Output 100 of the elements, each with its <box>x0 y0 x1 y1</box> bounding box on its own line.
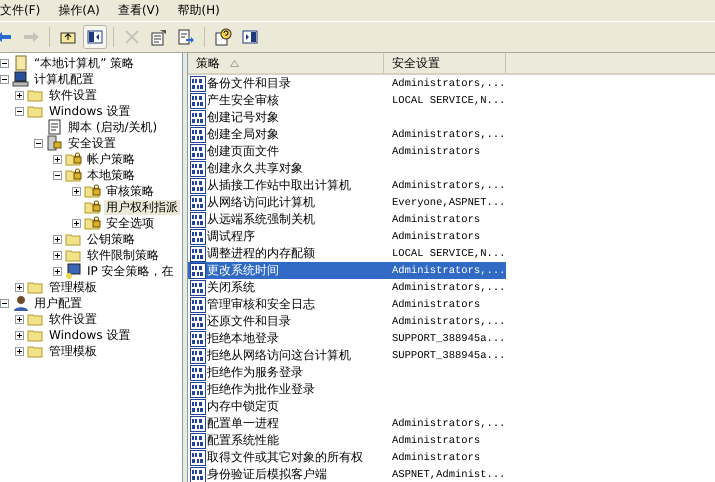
tree-item[interactable]: 软件设置 <box>47 312 99 326</box>
action-pane-icon <box>241 28 259 46</box>
policy-icon <box>190 110 206 126</box>
tree-item[interactable]: “本地计算机” 策略 <box>32 56 136 70</box>
policy-row[interactable]: 从插接工作站中取出计算机 Administrators,... <box>188 177 506 194</box>
policy-name: 从远端系统强制关机 <box>207 211 316 228</box>
policy-row[interactable]: 身份验证后模拟客户端 ASPNET,Administ... <box>188 466 506 482</box>
toolbar-tree-button[interactable] <box>83 25 107 49</box>
tree-item[interactable]: 安全设置 <box>66 136 118 150</box>
policy-row[interactable]: 拒绝从网络访问这台计算机 SUPPORT_388945a... <box>188 347 506 364</box>
security-setting: Administrators,... <box>392 316 506 328</box>
expander-box[interactable] <box>53 250 62 260</box>
security-setting: Administrators,... <box>392 128 506 140</box>
tree-item[interactable]: IP 安全策略，在 <box>85 264 176 278</box>
policy-row[interactable]: 内存中锁定页 <box>188 398 506 415</box>
policy-row[interactable]: 备份文件和目录 Administrators,... <box>188 75 506 92</box>
tree-item[interactable]: 脚本 (启动/关机) <box>66 120 160 134</box>
expander-box[interactable] <box>15 330 24 340</box>
policy-name: 从网络访问此计算机 <box>207 194 316 211</box>
policy-row[interactable]: 调试程序 Administrators <box>188 228 506 245</box>
expander-box[interactable] <box>0 58 9 68</box>
menu-item[interactable]: 查看(V) <box>112 2 172 19</box>
policy-icon <box>190 76 206 92</box>
menu-item[interactable]: 文件(F) <box>0 2 52 19</box>
tree-item[interactable]: 本地策略 <box>85 168 137 182</box>
menu-item[interactable]: 帮助(H) <box>171 2 232 19</box>
lock-icon <box>84 199 101 215</box>
policy-icon <box>190 398 206 414</box>
policy-row[interactable]: 产生安全审核 LOCAL SERVICE,N... <box>188 92 506 109</box>
policy-name: 还原文件和目录 <box>207 313 292 330</box>
expander-box[interactable] <box>72 218 81 228</box>
policy-row[interactable]: 从网络访问此计算机 Everyone,ASPNET... <box>188 194 506 211</box>
expander-box[interactable] <box>15 282 24 292</box>
tree-pane-icon <box>86 28 104 46</box>
tree-item[interactable]: 审核策略 <box>104 184 156 198</box>
policy-name: 从插接工作站中取出计算机 <box>207 177 352 194</box>
policy-row[interactable]: 配置单一进程 Administrators,... <box>188 415 506 432</box>
policy-icon <box>190 432 206 448</box>
tree-item[interactable]: 软件限制策略 <box>85 248 161 262</box>
policy-row[interactable]: 创建永久共享对象 <box>188 160 506 177</box>
policy-row[interactable]: 取得文件或其它对象的所有权 Administrators <box>188 449 506 466</box>
security-setting: Administrators,... <box>392 264 506 276</box>
policy-icon <box>190 296 206 312</box>
tree-item[interactable]: 计算机配置 <box>32 72 96 86</box>
policy-name: 内存中锁定页 <box>207 398 280 415</box>
tree-item[interactable]: 管理模板 <box>47 344 99 358</box>
policy-row[interactable]: 更改系统时间 Administrators,... <box>188 262 506 279</box>
security-setting: Administrators,... <box>392 78 506 90</box>
policy-row[interactable]: 拒绝本地登录 SUPPORT_388945a... <box>188 330 506 347</box>
expander-box[interactable] <box>53 154 62 164</box>
tree-item[interactable]: 帐户策略 <box>85 152 137 166</box>
policy-row[interactable]: 管理审核和安全日志 Administrators <box>188 296 506 313</box>
policy-row[interactable]: 创建页面文件 Administrators <box>188 143 506 160</box>
expander-box[interactable] <box>15 346 24 356</box>
monitor-icon <box>65 263 82 279</box>
policy-name: 创建记号对象 <box>207 109 280 126</box>
policy-row[interactable]: 创建记号对象 <box>188 109 506 126</box>
tree-item[interactable]: 公钥策略 <box>85 232 137 246</box>
expander-box[interactable] <box>53 234 62 244</box>
policy-name: 备份文件和目录 <box>207 75 292 92</box>
column-header[interactable]: 策略 <box>188 53 384 73</box>
column-header[interactable]: 安全设置 <box>384 53 506 73</box>
policy-row[interactable]: 创建全局对象 Administrators,... <box>188 126 506 143</box>
lock-icon <box>84 215 101 231</box>
tree-item[interactable]: 用户配置 <box>32 296 84 310</box>
tree-item[interactable]: Windows 设置 <box>47 104 132 118</box>
security-setting: LOCAL SERVICE,N... <box>392 248 506 260</box>
server-icon <box>46 135 63 151</box>
policy-icon <box>190 314 206 330</box>
expander-box[interactable] <box>15 106 24 116</box>
policy-row[interactable]: 拒绝作为批作业登录 <box>188 381 506 398</box>
expander-box[interactable] <box>34 138 43 148</box>
expander-box[interactable] <box>72 186 81 196</box>
policy-row[interactable]: 调整进程的内存配额 LOCAL SERVICE,N... <box>188 245 506 262</box>
policy-row[interactable]: 关闭系统 Administrators,... <box>188 279 506 296</box>
menu-item[interactable]: 操作(A) <box>52 2 112 19</box>
user-icon <box>12 295 29 311</box>
security-setting: Administrators,... <box>392 418 506 430</box>
expander-box[interactable] <box>53 170 62 180</box>
tree-item[interactable]: 管理模板 <box>47 280 99 294</box>
expander-box[interactable] <box>15 314 24 324</box>
security-setting: Administrators,... <box>392 180 506 192</box>
policy-row[interactable]: 从远端系统强制关机 Administrators <box>188 211 506 228</box>
policy-icon <box>190 212 206 228</box>
policy-row[interactable]: 配置系统性能 Administrators <box>188 432 506 449</box>
security-setting: Administrators <box>392 452 480 464</box>
tree-item[interactable]: 软件设置 <box>47 88 99 102</box>
tree-item[interactable]: 安全选项 <box>104 216 156 230</box>
policy-row[interactable]: 还原文件和目录 Administrators,... <box>188 313 506 330</box>
policy-row[interactable]: 拒绝作为服务登录 <box>188 364 506 381</box>
expander-box[interactable] <box>0 74 9 84</box>
policy-name: 调试程序 <box>207 228 256 245</box>
tree-item[interactable]: 用户权利指派 <box>104 200 180 214</box>
expander-box[interactable] <box>0 298 9 308</box>
expander-box[interactable] <box>15 90 24 100</box>
policy-icon <box>190 92 206 108</box>
tree-item[interactable]: Windows 设置 <box>47 328 132 342</box>
security-setting: Administrators <box>392 298 480 310</box>
expander-box[interactable] <box>53 266 62 276</box>
security-setting: SUPPORT_388945a... <box>392 332 506 344</box>
